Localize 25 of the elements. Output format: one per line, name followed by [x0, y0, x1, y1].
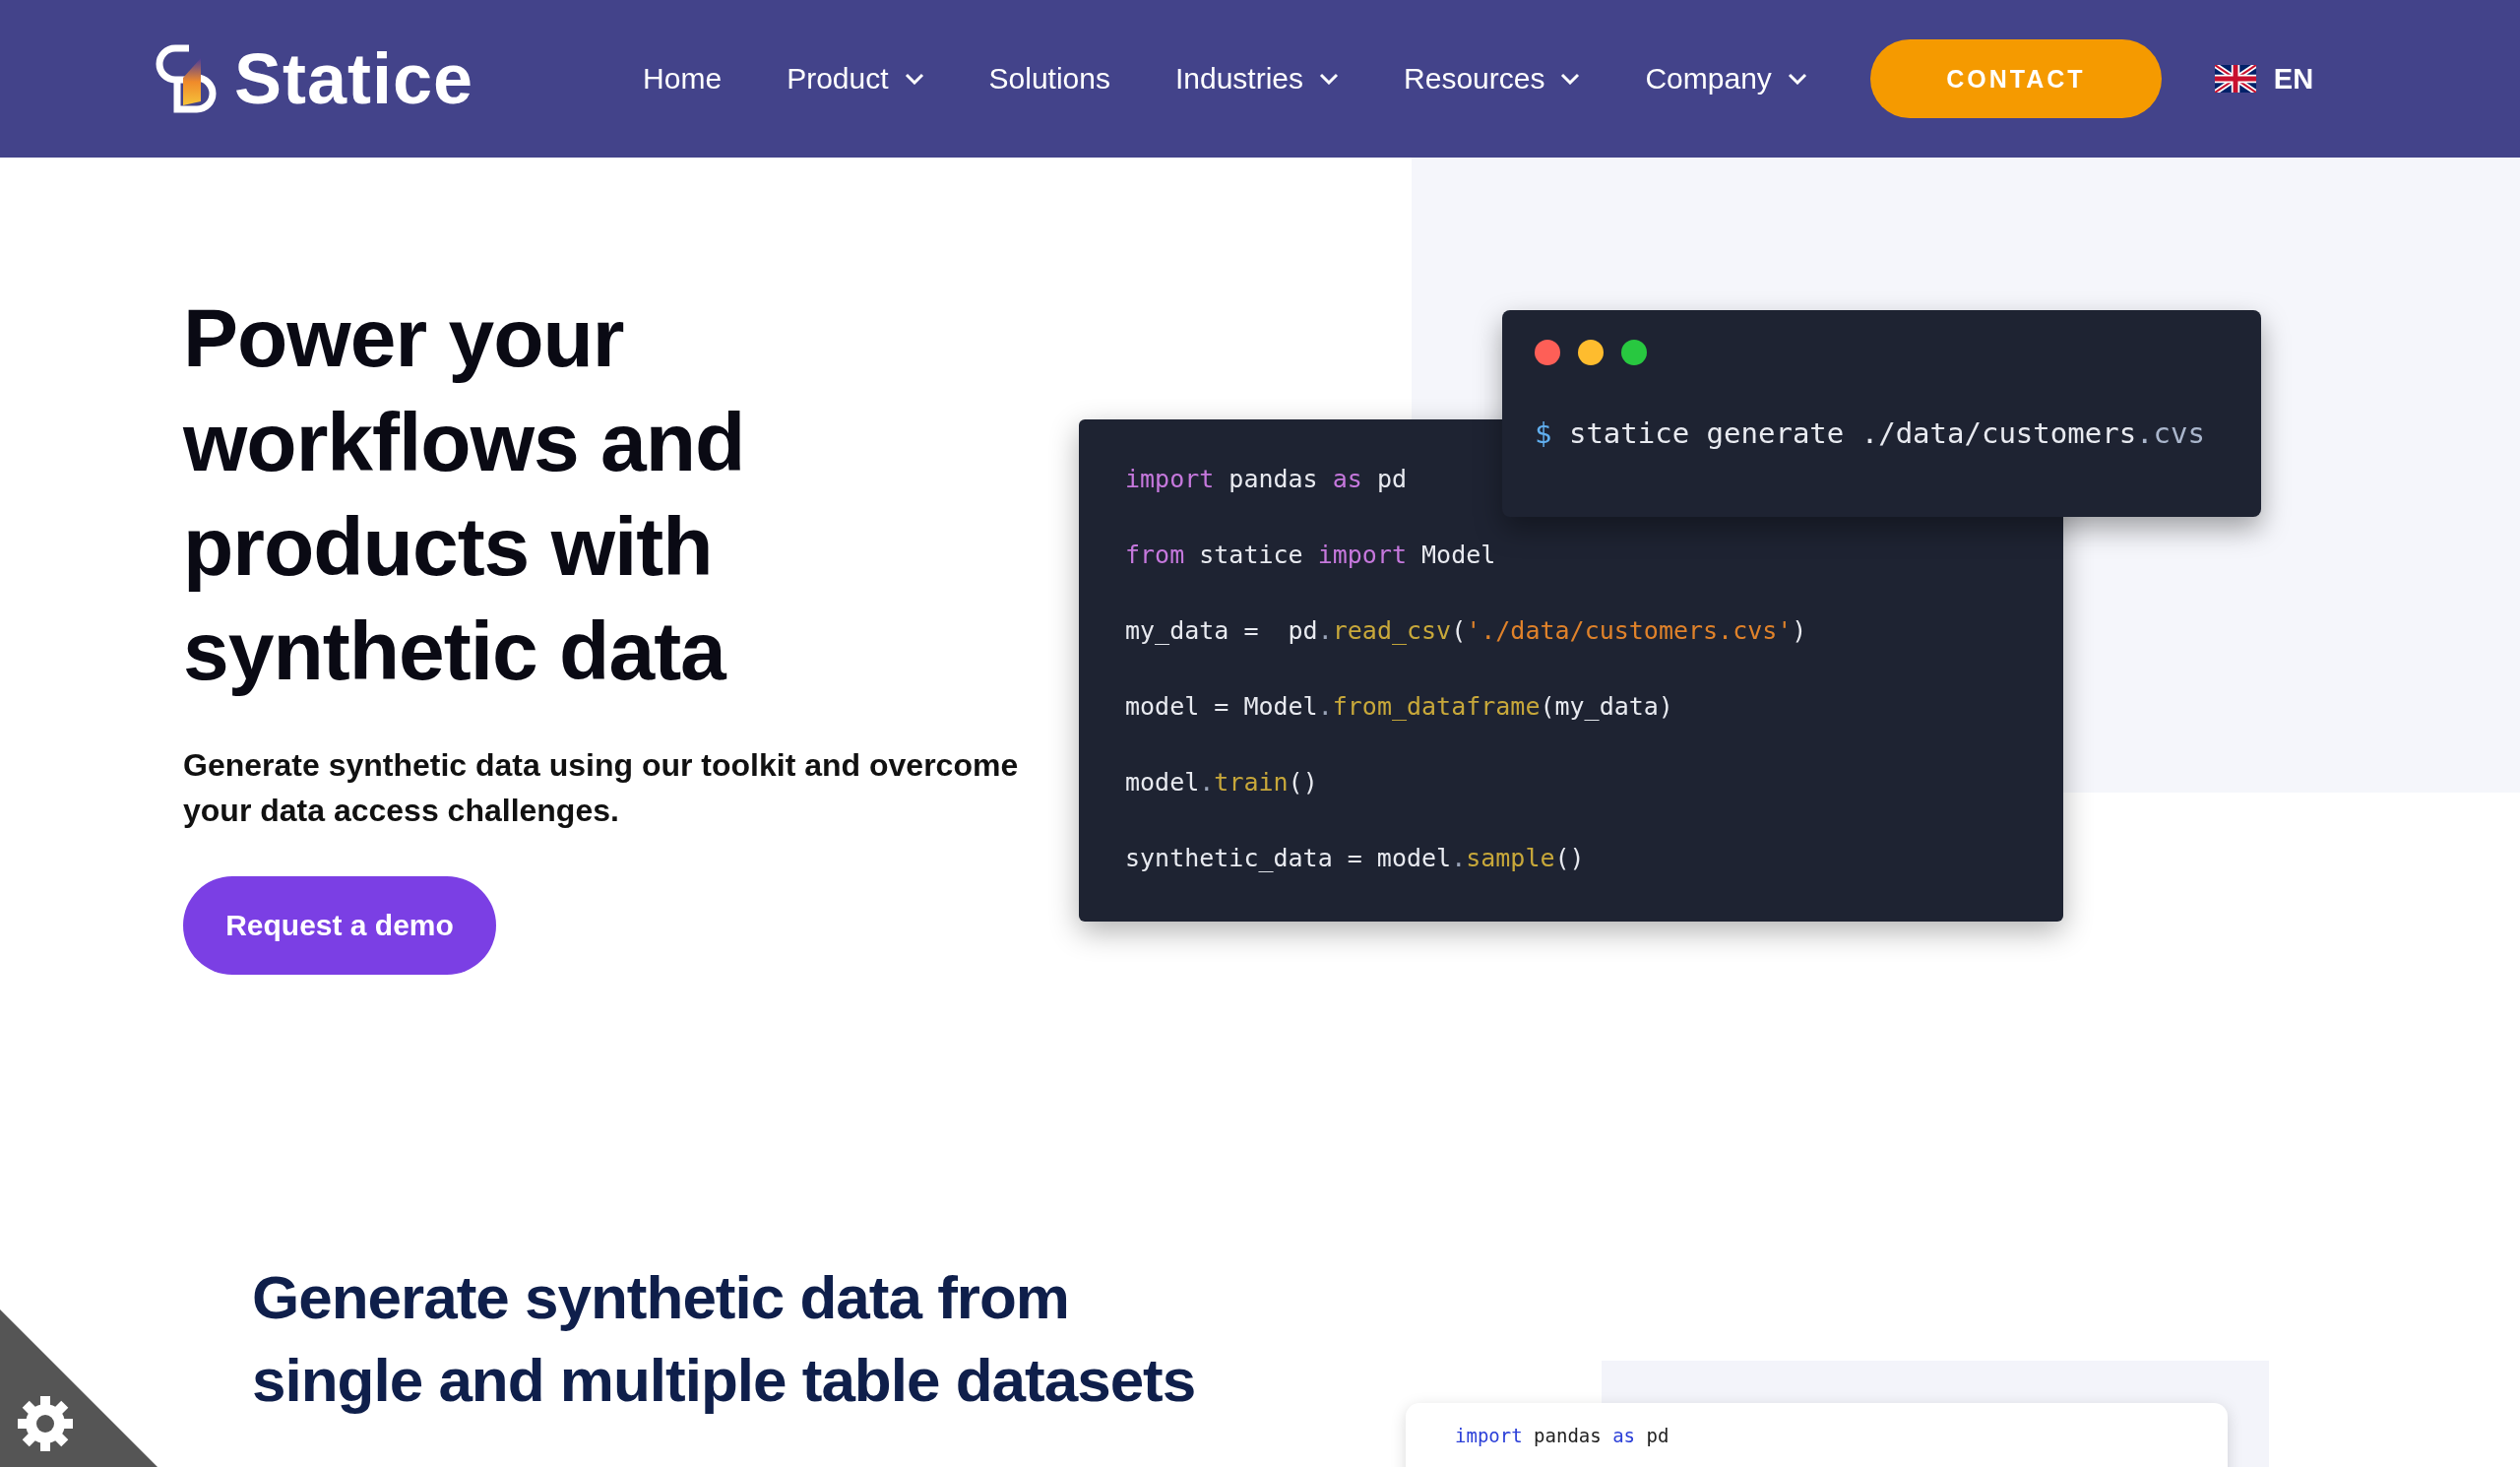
- nav-dropdown-link[interactable]: Industries: [1174, 62, 1340, 96]
- nav-dropdown-link[interactable]: Resources: [1404, 62, 1581, 96]
- code-line: import pandas as pd: [1125, 464, 1408, 495]
- code-line: model.train(): [1125, 767, 1319, 798]
- code-line: model = Model.from_dataframe(my_data): [1125, 691, 1674, 723]
- minimize-window-dot: [1578, 340, 1604, 365]
- logo-wordmark[interactable]: Statice: [234, 38, 474, 119]
- nav-dropdown-link[interactable]: Company: [1645, 62, 1807, 96]
- code-line: import pandas as pd: [1455, 1425, 1670, 1446]
- close-window-dot: [1535, 340, 1560, 365]
- hero-heading: Power your workflows and products with synthetic data: [183, 290, 745, 699]
- nav-dropdown-link[interactable]: Product: [787, 62, 924, 96]
- code-line: synthetic_data = model.sample(): [1125, 843, 1586, 874]
- hero-subtitle: Generate synthetic data using our toolkit and overcome your data access challenges.: [183, 746, 1020, 830]
- uk-flag-icon[interactable]: [2214, 65, 2256, 93]
- section-heading: Generate synthetic data from single and multiple table datasets: [252, 1262, 1196, 1416]
- nav-link[interactable]: Solutions: [988, 62, 1110, 96]
- request-demo-button[interactable]: Request a demo: [183, 876, 496, 975]
- terminal-command: $ statice generate ./data/customers.cvs: [1535, 416, 2206, 450]
- maximize-window-dot: [1621, 340, 1647, 365]
- nav-link[interactable]: Home: [643, 62, 723, 96]
- code-line: my_data = pd.read_csv('./data/customers.cvs'): [1125, 615, 1808, 647]
- language-selector[interactable]: EN: [2273, 62, 2314, 96]
- cookie-settings-icon[interactable]: [0, 1309, 158, 1467]
- code-line: from statice import Model: [1125, 540, 1497, 571]
